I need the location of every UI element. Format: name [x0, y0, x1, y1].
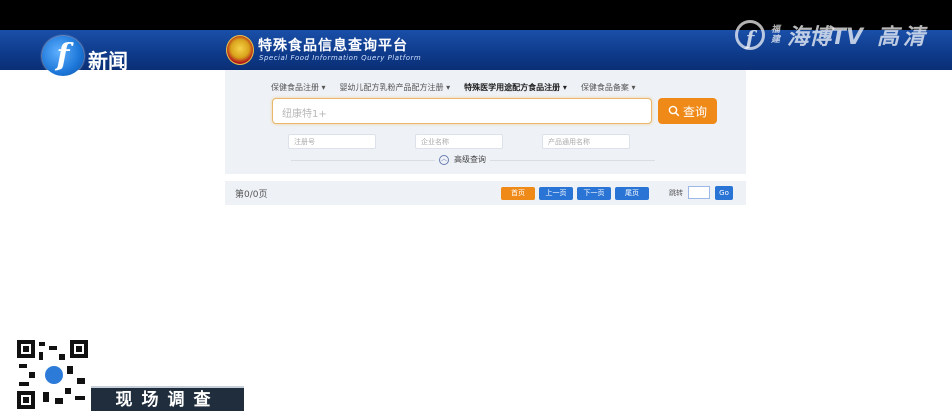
- qr-center-logo-icon: [43, 364, 65, 386]
- registration-number-field[interactable]: 注册号: [288, 134, 376, 149]
- search-panel: 保健食品注册 ▾ 婴幼儿配方乳粉产品配方注册 ▾ 特殊医学用途配方食品注册 ▾ …: [225, 70, 746, 174]
- advanced-search-toggle[interactable]: ︿ 高级查询: [435, 154, 490, 165]
- watermark-small: 福建: [771, 25, 781, 45]
- pagination-bar: 第0/0页 首页 上一页 下一页 尾页 跳转 Go: [225, 181, 746, 205]
- category-nav: 保健食品注册 ▾ 婴幼儿配方乳粉产品配方注册 ▾ 特殊医学用途配方食品注册 ▾ …: [271, 82, 636, 93]
- query-button-label: 查询: [682, 104, 707, 119]
- chevron-up-circle-icon: ︿: [439, 154, 449, 165]
- search-input-value: 纽康特1+: [282, 109, 327, 120]
- site-title: 特殊食品信息查询平台: [258, 38, 408, 54]
- product-common-name-field[interactable]: 产品通用名称: [542, 134, 630, 149]
- news-caption: 现场调查: [91, 386, 244, 411]
- first-page-button[interactable]: 首页: [501, 187, 535, 200]
- prev-page-button[interactable]: 上一页: [539, 187, 573, 200]
- channel-logo-icon: f: [42, 36, 84, 76]
- company-name-field[interactable]: 企业名称: [415, 134, 503, 149]
- haibo-logo-icon: f: [735, 20, 765, 50]
- nav-item-special-medical-food-registration[interactable]: 特殊医学用途配方食品注册 ▾: [464, 82, 567, 93]
- search-icon: [668, 105, 680, 117]
- tv-watermark: f 福建 海博TV 高清: [735, 18, 929, 52]
- nav-item-health-food-registration[interactable]: 保健食品注册 ▾: [271, 82, 326, 93]
- query-button[interactable]: 查询: [658, 98, 717, 124]
- nav-item-health-food-filing[interactable]: 保健食品备案 ▾: [581, 82, 636, 93]
- site-subtitle: Special Food Information Query Platform: [259, 54, 422, 62]
- watermark-hd: 高清: [877, 25, 930, 50]
- nav-item-infant-formula-registration[interactable]: 婴幼儿配方乳粉产品配方注册 ▾: [340, 82, 451, 93]
- qr-code-icon: [15, 338, 90, 411]
- goto-label: 跳转: [669, 189, 683, 197]
- next-page-button[interactable]: 下一页: [577, 187, 611, 200]
- last-page-button[interactable]: 尾页: [615, 187, 649, 200]
- search-input[interactable]: 纽康特1+: [272, 98, 652, 124]
- advanced-search-label: 高级查询: [454, 155, 486, 164]
- channel-label: 新闻: [88, 49, 128, 73]
- goto-page-input[interactable]: [688, 186, 710, 199]
- page-count: 第0/0页: [235, 190, 268, 200]
- national-emblem-icon: [226, 35, 254, 65]
- watermark-text: 海博TV: [787, 25, 864, 50]
- go-button[interactable]: Go: [715, 186, 733, 200]
